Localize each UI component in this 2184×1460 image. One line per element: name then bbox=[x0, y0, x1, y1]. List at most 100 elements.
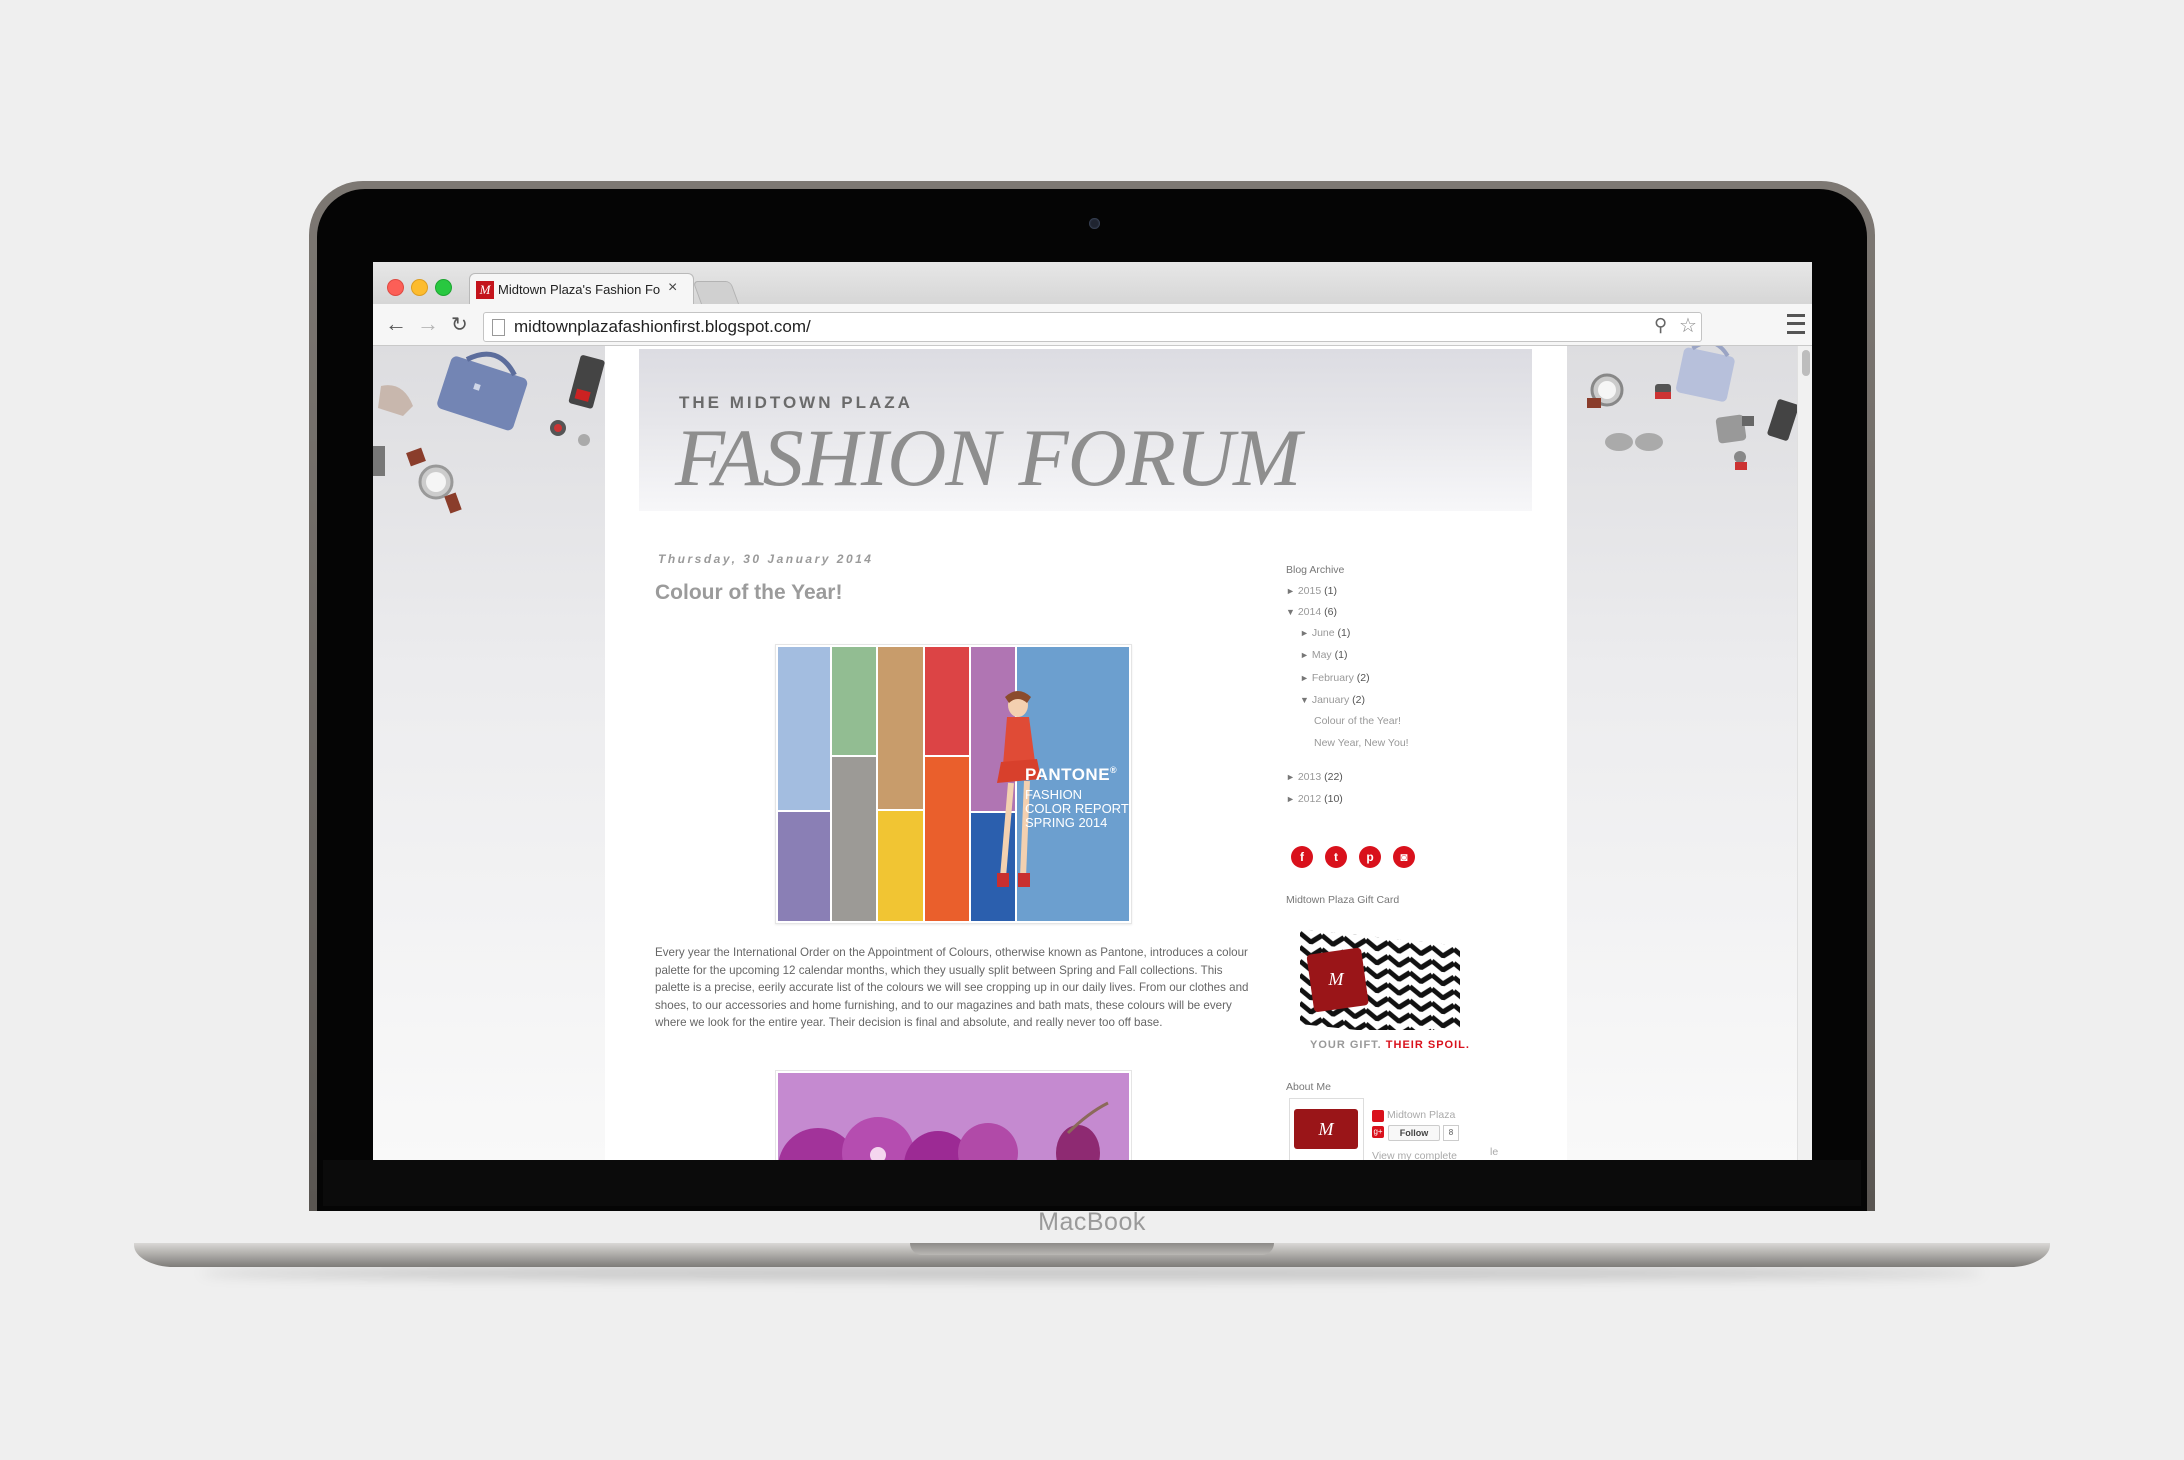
menu-icon[interactable] bbox=[1787, 314, 1805, 334]
google-plus-icon: g+ bbox=[1372, 1126, 1384, 1138]
archive-item[interactable]: New Year, New You! bbox=[1314, 737, 1409, 749]
expand-arrow-icon[interactable]: ► bbox=[1286, 586, 1295, 596]
gift-tagline-a: YOUR GIFT. bbox=[1310, 1039, 1382, 1051]
collapse-arrow-icon[interactable]: ▼ bbox=[1300, 695, 1309, 705]
profile-icon bbox=[1372, 1110, 1384, 1122]
archive-label[interactable]: Colour of the Year! bbox=[1314, 715, 1401, 727]
archive-count: (10) bbox=[1324, 793, 1343, 805]
tab-bar: M Midtown Plaza's Fashion Fo × bbox=[373, 262, 1812, 305]
follow-button[interactable]: Follow bbox=[1388, 1125, 1440, 1141]
archive-item[interactable]: ► May (1) bbox=[1300, 649, 1347, 661]
archive-item[interactable]: Colour of the Year! bbox=[1314, 715, 1401, 727]
header-subtitle: THE MIDTOWN PLAZA bbox=[679, 393, 913, 412]
orchid-image[interactable] bbox=[775, 1070, 1132, 1160]
archive-label[interactable]: 2015 bbox=[1298, 585, 1321, 597]
back-arrow-icon[interactable]: ← bbox=[385, 311, 407, 337]
header-title: FASHION FORUM bbox=[675, 412, 1301, 503]
about-title: About Me bbox=[1286, 1081, 1331, 1093]
social-links: f t p ◙ bbox=[1291, 846, 1451, 870]
archive-title: Blog Archive bbox=[1286, 564, 1345, 576]
browser-window: M Midtown Plaza's Fashion Fo × ← → ↻ mid… bbox=[373, 262, 1812, 1160]
stray-text: le bbox=[1490, 1146, 1499, 1158]
view-profile-link[interactable]: View my complete bbox=[1372, 1150, 1457, 1160]
browser-tab[interactable]: M Midtown Plaza's Fashion Fo × bbox=[469, 273, 694, 305]
url-text: midtownplazafashionfirst.blogspot.com/ bbox=[514, 317, 811, 336]
expand-arrow-icon[interactable]: ► bbox=[1300, 673, 1309, 683]
archive-count: (1) bbox=[1337, 627, 1351, 639]
expand-arrow-icon[interactable]: ► bbox=[1286, 772, 1295, 782]
pantone-line2: COLOR REPORT bbox=[1025, 801, 1129, 816]
expand-arrow-icon[interactable]: ► bbox=[1300, 650, 1309, 660]
post-title[interactable]: Colour of the Year! bbox=[655, 581, 842, 605]
browser-toolbar: ← → ↻ midtownplazafashionfirst.blogspot.… bbox=[373, 304, 1812, 346]
archive-label[interactable]: 2014 bbox=[1298, 606, 1321, 618]
gift-card-image[interactable]: M bbox=[1300, 929, 1460, 1041]
archive-label[interactable]: 2013 bbox=[1298, 771, 1321, 783]
favicon-icon: M bbox=[476, 281, 494, 299]
scrollbar-thumb[interactable] bbox=[1802, 350, 1810, 376]
zoom-icon[interactable]: ⚲ bbox=[1654, 315, 1667, 336]
archive-label[interactable]: June bbox=[1312, 627, 1335, 639]
archive-count: (2) bbox=[1356, 672, 1370, 684]
main-column: THE MIDTOWN PLAZA FASHION FORUM Thursday… bbox=[605, 346, 1567, 1160]
bookmark-star-icon[interactable]: ☆ bbox=[1679, 313, 1697, 338]
close-window-button[interactable] bbox=[387, 279, 404, 296]
new-tab-button[interactable] bbox=[692, 281, 740, 305]
archive-count: (2) bbox=[1352, 694, 1365, 706]
archive-count: (1) bbox=[1334, 649, 1348, 661]
decorative-accessories-right bbox=[1587, 346, 1797, 470]
pantone-line1: FASHION bbox=[1025, 787, 1083, 802]
camera-icon bbox=[1089, 218, 1100, 229]
expand-arrow-icon[interactable]: ► bbox=[1286, 794, 1295, 804]
laptop-shadow bbox=[200, 1266, 1984, 1280]
decorative-accessories-left bbox=[373, 351, 605, 514]
archive-item[interactable]: ► 2012 (10) bbox=[1286, 793, 1343, 805]
archive-item[interactable]: ► 2015 (1) bbox=[1286, 585, 1337, 597]
archive-item[interactable]: ▼ 2014 (6) bbox=[1286, 606, 1337, 618]
pantone-image[interactable]: PANTONE® FASHION COLOR REPORT SPRING 201… bbox=[775, 644, 1132, 924]
archive-count: (22) bbox=[1324, 771, 1343, 783]
gift-card-title: Midtown Plaza Gift Card bbox=[1286, 894, 1400, 906]
archive-label[interactable]: New Year, New You! bbox=[1314, 737, 1409, 749]
collapse-arrow-icon[interactable]: ▼ bbox=[1286, 607, 1295, 617]
laptop-chin bbox=[323, 1160, 1861, 1206]
post-body: Every year the International Order on th… bbox=[655, 946, 1249, 1029]
archive-item[interactable]: ► June (1) bbox=[1300, 627, 1350, 639]
archive-label[interactable]: May bbox=[1312, 649, 1332, 661]
pantone-reg: ® bbox=[1110, 765, 1118, 775]
instagram-icon[interactable]: ◙ bbox=[1393, 846, 1415, 868]
laptop-brand: MacBook bbox=[1038, 1208, 1146, 1236]
tab-title: Midtown Plaza's Fashion Fo bbox=[498, 282, 661, 297]
page-icon bbox=[492, 319, 505, 336]
reload-icon[interactable]: ↻ bbox=[451, 312, 468, 337]
post-date: Thursday, 30 January 2014 bbox=[658, 552, 874, 566]
archive-item[interactable]: ▼ January (2) bbox=[1300, 694, 1365, 706]
expand-arrow-icon[interactable]: ► bbox=[1300, 628, 1309, 638]
pinterest-icon[interactable]: p bbox=[1359, 846, 1381, 868]
page-background: THE MIDTOWN PLAZA FASHION FORUM Thursday… bbox=[373, 346, 1797, 1160]
follow-count: 8 bbox=[1443, 1125, 1459, 1141]
laptop-notch bbox=[910, 1243, 1274, 1255]
maximize-window-button[interactable] bbox=[435, 279, 452, 296]
sidebar: Blog Archive ► 2015 (1) ▼ 2014 (6) ► June … bbox=[1286, 346, 1566, 1160]
archive-item[interactable]: ► 2013 (22) bbox=[1286, 771, 1343, 783]
gift-tagline-b: THEIR SPOIL. bbox=[1385, 1039, 1470, 1051]
archive-label[interactable]: 2012 bbox=[1298, 793, 1321, 805]
pantone-brand: PANTONE bbox=[1025, 765, 1111, 784]
archive-item[interactable]: ► February (2) bbox=[1300, 672, 1370, 684]
pantone-line3: SPRING 2014 bbox=[1025, 815, 1108, 830]
vertical-scrollbar[interactable] bbox=[1797, 346, 1812, 1160]
archive-label[interactable]: February bbox=[1312, 672, 1354, 684]
twitter-icon[interactable]: t bbox=[1325, 846, 1347, 868]
facebook-icon[interactable]: f bbox=[1291, 846, 1313, 868]
minimize-window-button[interactable] bbox=[411, 279, 428, 296]
profile-name[interactable]: Midtown Plaza bbox=[1387, 1109, 1455, 1121]
archive-count: (1) bbox=[1324, 585, 1337, 597]
address-bar[interactable]: midtownplazafashionfirst.blogspot.com/ ⚲… bbox=[483, 312, 1702, 342]
tab-close-icon[interactable]: × bbox=[668, 279, 677, 297]
profile-image[interactable]: M bbox=[1289, 1098, 1364, 1160]
archive-count: (6) bbox=[1324, 606, 1337, 618]
forward-arrow-icon[interactable]: → bbox=[417, 311, 439, 337]
archive-label[interactable]: January bbox=[1312, 694, 1349, 706]
svg-text:M: M bbox=[1328, 969, 1345, 989]
